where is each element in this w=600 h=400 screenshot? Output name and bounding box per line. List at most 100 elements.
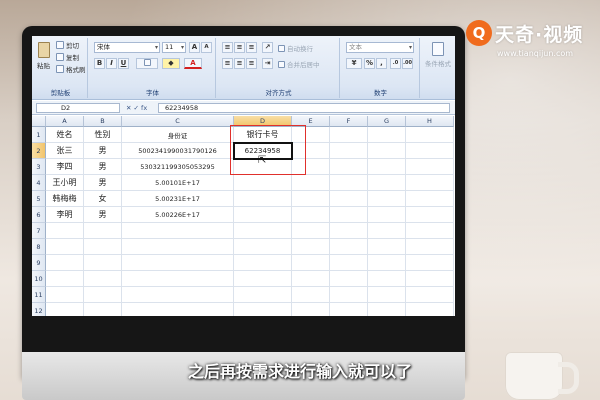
column-header-f[interactable]: F [330,116,368,127]
cell-h11[interactable] [406,287,454,303]
number-format-select[interactable]: 文本 [346,42,414,53]
formula-input[interactable]: 62234958 [158,103,450,113]
cell-h4[interactable] [406,175,454,191]
cell-d8[interactable] [234,239,292,255]
decrease-decimal-icon[interactable]: .00 [402,58,413,69]
align-center-icon[interactable]: ≡ [234,58,245,69]
align-bottom-icon[interactable]: ≡ [246,42,257,53]
cell-h5[interactable] [406,191,454,207]
cell-f2[interactable] [330,143,368,159]
cell-d9[interactable] [234,255,292,271]
column-header-h[interactable]: H [406,116,454,127]
wrap-text-button[interactable]: 自动换行 [278,43,313,53]
cell-b9[interactable] [84,255,122,271]
cell-a1[interactable]: 姓名 [46,127,84,143]
cell-e5[interactable] [292,191,330,207]
cell-f11[interactable] [330,287,368,303]
cell-a5[interactable]: 韩梅梅 [46,191,84,207]
fx-icon[interactable]: ✕ ✓ fx [126,103,156,113]
cell-c8[interactable] [122,239,234,255]
cell-c1[interactable]: 身份证 [122,127,234,143]
cell-c3[interactable]: 530321199305053295 [122,159,234,175]
column-header-b[interactable]: B [84,116,122,127]
cut-button[interactable]: 剪切 [56,40,79,50]
align-top-icon[interactable]: ≡ [222,42,233,53]
cell-f12[interactable] [330,303,368,316]
row-header-6[interactable]: 6 [32,207,46,223]
cell-h1[interactable] [406,127,454,143]
cell-e11[interactable] [292,287,330,303]
cell-g6[interactable] [368,207,406,223]
row-header-5[interactable]: 5 [32,191,46,207]
cell-c9[interactable] [122,255,234,271]
row-header-8[interactable]: 8 [32,239,46,255]
cell-g1[interactable] [368,127,406,143]
italic-button[interactable]: I [106,58,117,69]
cell-c2[interactable]: 500234199003179012​6 [122,143,234,159]
cell-c10[interactable] [122,271,234,287]
cell-f10[interactable] [330,271,368,287]
cell-c7[interactable] [122,223,234,239]
cell-b4[interactable]: 男 [84,175,122,191]
cell-g9[interactable] [368,255,406,271]
row-header-3[interactable]: 3 [32,159,46,175]
cell-a8[interactable] [46,239,84,255]
cell-b10[interactable] [84,271,122,287]
orientation-icon[interactable]: ↗ [262,42,273,53]
cell-e7[interactable] [292,223,330,239]
cell-b7[interactable] [84,223,122,239]
row-header-9[interactable]: 9 [32,255,46,271]
cell-a3[interactable]: 李四 [46,159,84,175]
cell-c5[interactable]: 5.00231E+17 [122,191,234,207]
percent-icon[interactable]: % [364,58,375,69]
cell-b6[interactable]: 男 [84,207,122,223]
cell-g2[interactable] [368,143,406,159]
cell-f8[interactable] [330,239,368,255]
cell-b5[interactable]: 女 [84,191,122,207]
shrink-font-button[interactable]: A [201,42,212,53]
cell-f3[interactable] [330,159,368,175]
cell-h9[interactable] [406,255,454,271]
cell-f1[interactable] [330,127,368,143]
column-header-c[interactable]: C [122,116,234,127]
underline-button[interactable]: U [118,58,129,69]
cell-e10[interactable] [292,271,330,287]
border-button[interactable] [136,58,158,69]
cell-c11[interactable] [122,287,234,303]
cell-g4[interactable] [368,175,406,191]
cell-g3[interactable] [368,159,406,175]
cell-b11[interactable] [84,287,122,303]
cell-a12[interactable] [46,303,84,316]
cell-a9[interactable] [46,255,84,271]
cell-e12[interactable] [292,303,330,316]
cell-a4[interactable]: 王小明 [46,175,84,191]
font-size-select[interactable]: 11 [162,42,186,53]
row-header-2[interactable]: 2 [32,143,46,159]
comma-icon[interactable]: , [376,58,387,69]
paste-button[interactable]: 粘贴 [37,42,50,70]
cell-g12[interactable] [368,303,406,316]
cell-h2[interactable] [406,143,454,159]
currency-icon[interactable]: ¥ [346,58,362,69]
bold-button[interactable]: B [94,58,105,69]
cell-e6[interactable] [292,207,330,223]
cell-c6[interactable]: 5.00226E+17 [122,207,234,223]
cell-g11[interactable] [368,287,406,303]
cell-b8[interactable] [84,239,122,255]
align-left-icon[interactable]: ≡ [222,58,233,69]
cell-b12[interactable] [84,303,122,316]
fill-color-button[interactable]: ◆ [162,58,180,69]
row-header-7[interactable]: 7 [32,223,46,239]
cell-a11[interactable] [46,287,84,303]
cell-a7[interactable] [46,223,84,239]
cell-c4[interactable]: 5.00101E+17 [122,175,234,191]
cell-f9[interactable] [330,255,368,271]
row-header-11[interactable]: 11 [32,287,46,303]
row-header-12[interactable]: 12 [32,303,46,316]
cell-h6[interactable] [406,207,454,223]
cell-b3[interactable]: 男 [84,159,122,175]
cell-b2[interactable]: 男 [84,143,122,159]
cell-d11[interactable] [234,287,292,303]
align-middle-icon[interactable]: ≡ [234,42,245,53]
increase-decimal-icon[interactable]: .0 [390,58,401,69]
